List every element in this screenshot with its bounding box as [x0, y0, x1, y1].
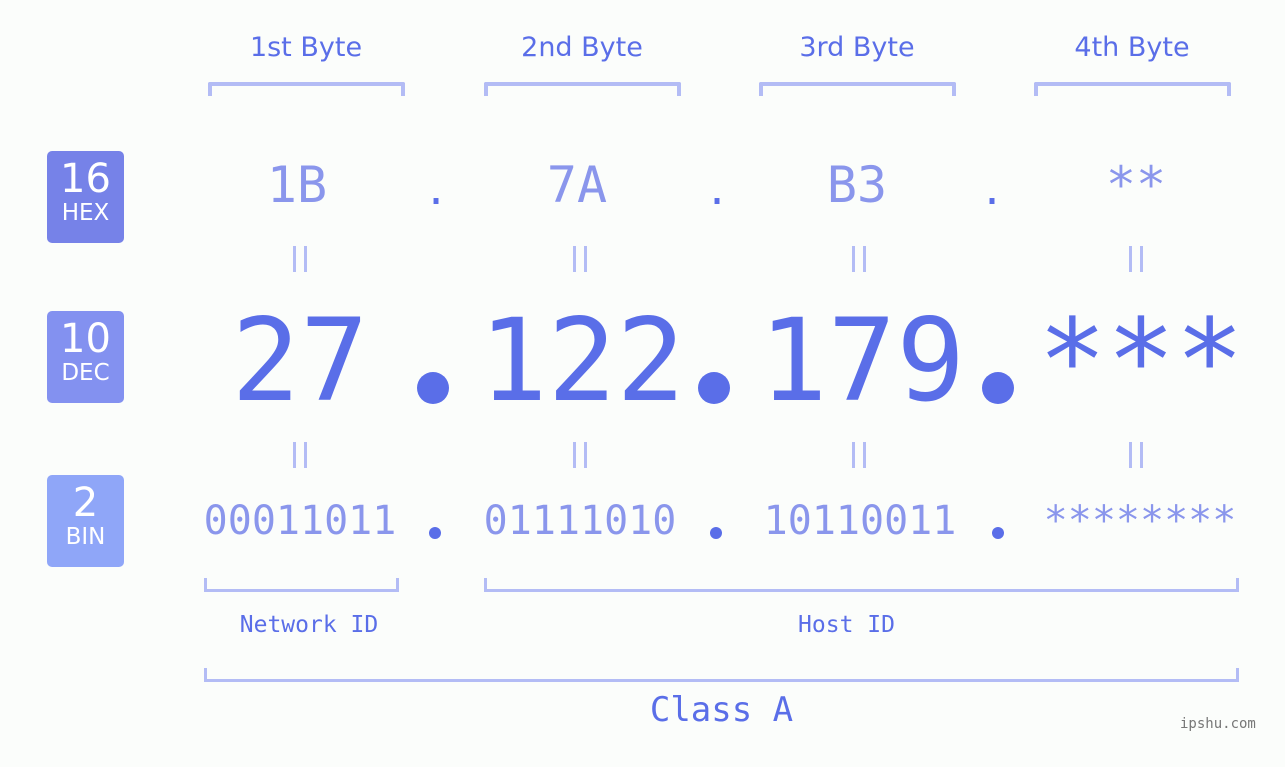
bin-dot-2: [710, 527, 722, 539]
hex-byte-4: **: [1105, 156, 1167, 214]
bin-byte-4: ********: [1043, 498, 1237, 544]
byte-bracket-3: [759, 82, 956, 96]
equals-icon: [280, 240, 320, 284]
equals-icon: [560, 436, 600, 480]
dec-dot-2: [698, 372, 730, 404]
bin-dot-1: [429, 527, 441, 539]
byte-header-4: 4th Byte: [1074, 32, 1190, 63]
dec-dot-1: [417, 372, 449, 404]
host-id-bracket: [484, 578, 1239, 592]
hex-label: HEX: [61, 200, 110, 226]
hex-dot-1: .: [423, 168, 449, 214]
equals-icon: [280, 436, 320, 480]
equals-icon: [1116, 240, 1156, 284]
bin-byte-1: 00011011: [203, 498, 397, 544]
hex-byte-3: B3: [826, 156, 888, 214]
watermark: ipshu.com: [1180, 716, 1256, 732]
equals-icon: [560, 240, 600, 284]
dec-base: 10: [60, 316, 111, 362]
hex-byte-1: 1B: [266, 156, 328, 214]
dec-dot-3: [982, 372, 1014, 404]
bin-dot-3: [992, 527, 1004, 539]
dec-byte-2: 122: [479, 294, 685, 427]
dec-byte-1: 27: [231, 294, 369, 427]
dec-label: DEC: [61, 360, 110, 386]
bin-base: 2: [72, 480, 99, 526]
network-id-label: Network ID: [239, 612, 379, 638]
byte-bracket-1: [208, 82, 405, 96]
byte-bracket-4: [1034, 82, 1231, 96]
equals-icon: [839, 240, 879, 284]
class-label: Class A: [649, 690, 794, 730]
hex-dot-3: .: [979, 168, 1005, 214]
byte-header-1: 1st Byte: [249, 32, 363, 63]
hex-dot-2: .: [704, 168, 730, 214]
dec-badge: 10 DEC: [47, 311, 124, 403]
equals-icon: [1116, 436, 1156, 480]
bin-byte-3: 10110011: [763, 498, 957, 544]
class-bracket: [204, 668, 1239, 682]
hex-byte-2: 7A: [546, 156, 608, 214]
dec-byte-3: 179: [759, 294, 965, 427]
bin-byte-2: 01111010: [483, 498, 677, 544]
hex-base: 16: [60, 156, 111, 202]
byte-bracket-2: [484, 82, 681, 96]
hex-badge: 16 HEX: [47, 151, 124, 243]
dec-byte-4: ***: [1038, 294, 1244, 427]
bin-badge: 2 BIN: [47, 475, 124, 567]
host-id-label: Host ID: [798, 612, 895, 638]
byte-header-3: 3rd Byte: [799, 32, 915, 63]
network-id-bracket: [204, 578, 399, 592]
bin-label: BIN: [65, 524, 106, 550]
equals-icon: [839, 436, 879, 480]
byte-header-2: 2nd Byte: [521, 32, 643, 63]
